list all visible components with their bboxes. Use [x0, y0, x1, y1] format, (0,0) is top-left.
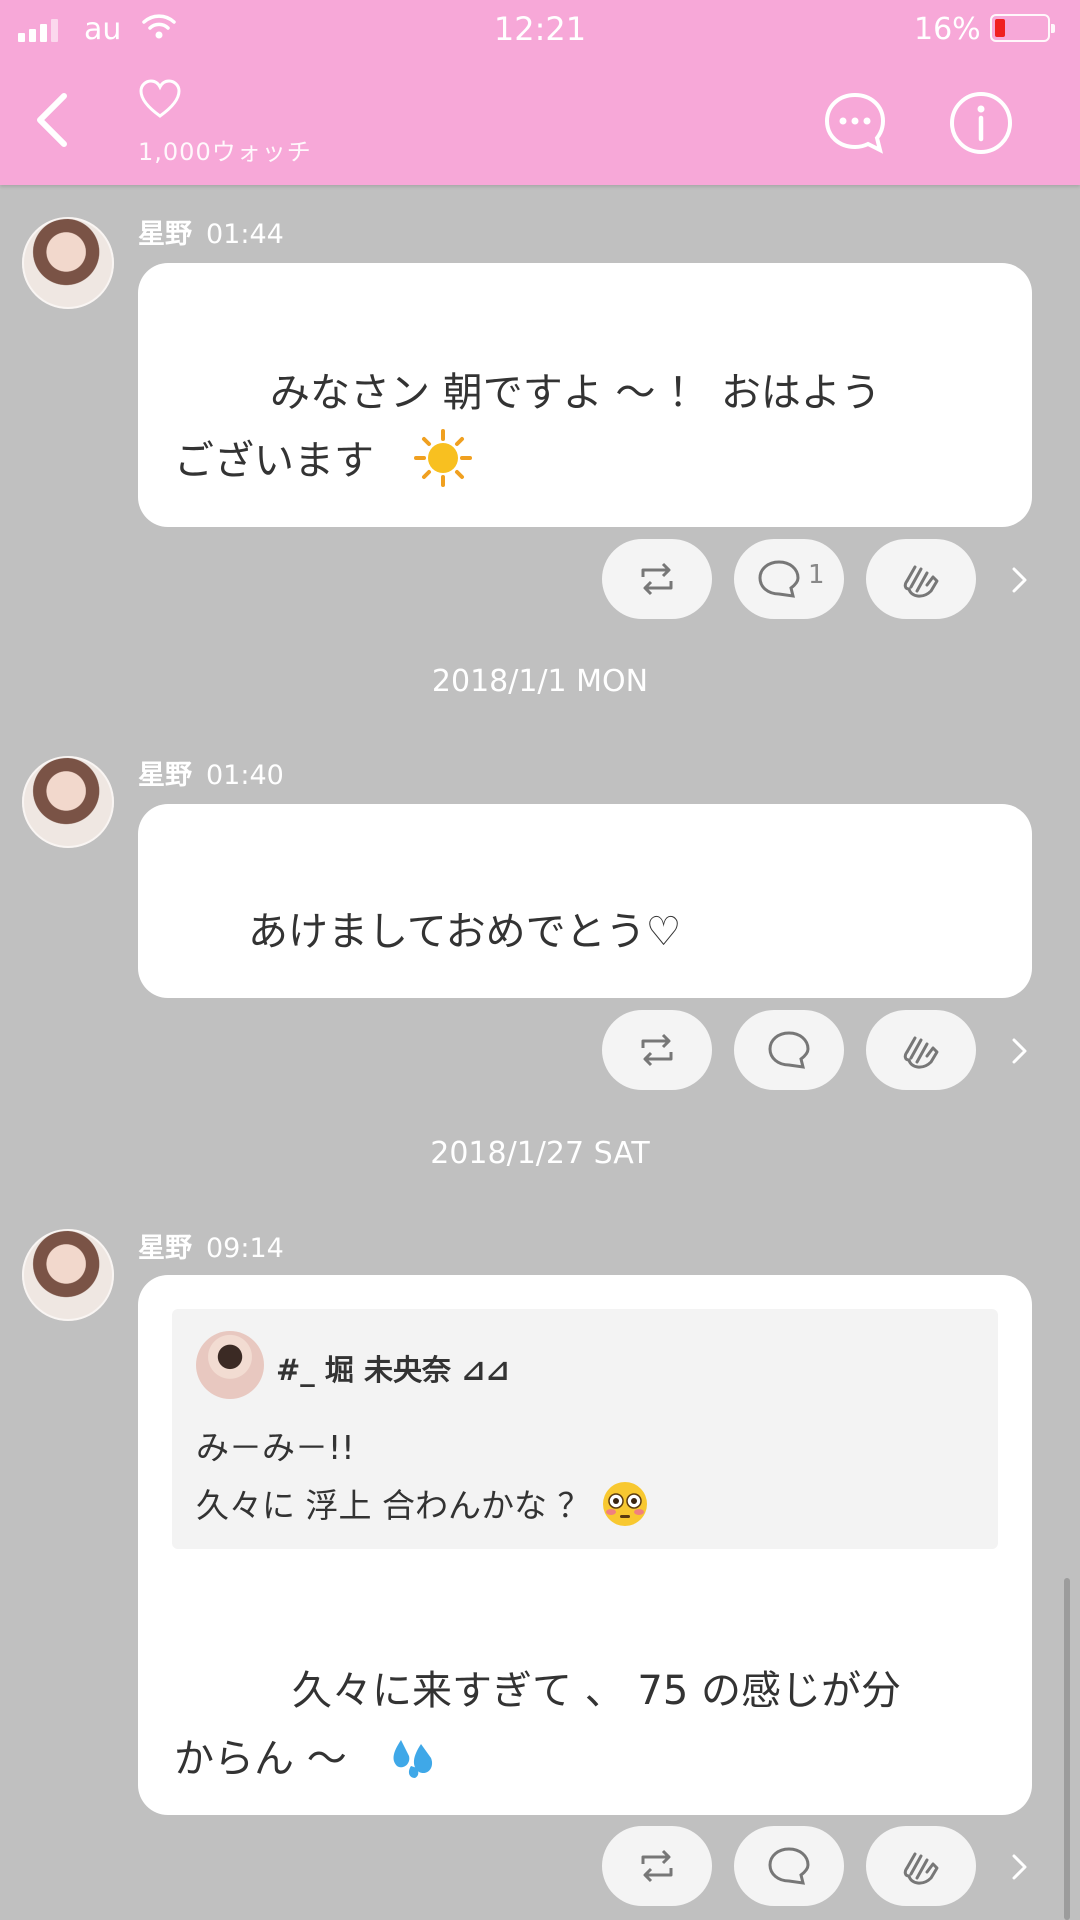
clap-button[interactable]: [866, 1826, 976, 1906]
clap-icon: [903, 1852, 939, 1885]
chevron-right-icon[interactable]: [1008, 1032, 1032, 1070]
info-icon[interactable]: [948, 90, 1014, 156]
heart-icon[interactable]: [138, 78, 182, 122]
action-bar: [0, 1010, 1080, 1094]
reply-count: 1: [808, 560, 825, 590]
post-time: 01:40: [206, 760, 284, 791]
sweat-drops-emoji: [393, 1740, 432, 1778]
quoted-post[interactable]: #_ 堀 未央奈 ⊿⊿ み－み－!! 久々に 浮上 合わんかな ？: [172, 1309, 998, 1549]
message-bubble[interactable]: みなさン 朝ですよ ～ ！ おはよう ございます: [138, 263, 1032, 527]
retweet-button[interactable]: [602, 539, 712, 619]
avatar[interactable]: [22, 217, 114, 309]
quoted-text-line: 久々に 浮上 合わんかな ？: [196, 1479, 649, 1528]
reply-icon: [768, 1031, 810, 1069]
clap-icon: [903, 1036, 939, 1069]
reply-button[interactable]: 1: [734, 539, 844, 619]
app-header: au 12:21 16% 1,000ウォッチ: [0, 0, 1080, 185]
status-bar: au 12:21 16%: [0, 0, 1080, 60]
scrollbar[interactable]: [1064, 1578, 1070, 1920]
clap-button[interactable]: [866, 539, 976, 619]
comment-dots-icon[interactable]: [822, 90, 888, 156]
clap-icon: [903, 565, 939, 598]
post-meta: 星野 01:44: [138, 212, 284, 251]
retweet-icon: [641, 1033, 673, 1067]
battery-icon: [990, 14, 1055, 42]
post-meta: 星野 09:14: [138, 1226, 284, 1265]
retweet-icon: [641, 1849, 673, 1883]
battery-percent: 16%: [914, 12, 981, 47]
author-name: 星野: [138, 1233, 192, 1264]
date-separator: 2018/1/1 MON: [431, 664, 649, 699]
watch-count: 1,000ウォッチ: [138, 138, 312, 166]
message-bubble[interactable]: あけましておめでとう♡: [138, 804, 1032, 998]
reply-icon: [768, 1847, 810, 1885]
quoted-avatar: [196, 1331, 264, 1399]
message-text: 久々に来すぎて 、 75 の感じが分 からん ～: [174, 1668, 902, 1782]
quoted-author: #_ 堀 未央奈 ⊿⊿: [276, 1353, 510, 1387]
action-bar: 1: [0, 539, 1080, 623]
flushed-emoji: [602, 1481, 647, 1526]
action-bar: [0, 1826, 1080, 1910]
retweet-button[interactable]: [602, 1826, 712, 1906]
sun-emoji: [414, 429, 472, 487]
back-chevron-icon[interactable]: [28, 90, 78, 150]
author-name: 星野: [138, 760, 192, 791]
author-name: 星野: [138, 219, 192, 250]
retweet-button[interactable]: [602, 1010, 712, 1090]
chevron-right-icon[interactable]: [1008, 561, 1032, 599]
post-time: 09:14: [206, 1233, 284, 1264]
post-meta: 星野 01:40: [138, 753, 284, 792]
chevron-right-icon[interactable]: [1008, 1848, 1032, 1886]
reply-button[interactable]: [734, 1826, 844, 1906]
reply-button[interactable]: [734, 1010, 844, 1090]
message-bubble[interactable]: #_ 堀 未央奈 ⊿⊿ み－み－!! 久々に 浮上 合わんかな ？ 久々に来すぎ…: [138, 1275, 1032, 1815]
post-time: 01:44: [206, 219, 284, 250]
avatar[interactable]: [22, 1229, 114, 1321]
quoted-text-line: み－み－!!: [196, 1428, 355, 1467]
clap-button[interactable]: [866, 1010, 976, 1090]
message-text: みなさン 朝ですよ ～ ！ おはよう ございます: [174, 359, 996, 495]
post: 星野 01:40 あけましておめでとう♡: [0, 726, 1080, 1090]
retweet-icon: [641, 562, 673, 596]
date-separator: 2018/1/27 SAT: [430, 1136, 650, 1171]
message-text: あけましておめでとう♡: [248, 909, 682, 955]
post: 星野 01:44 みなさン 朝ですよ ～ ！ おはよう ございます 1: [0, 185, 1080, 625]
reply-icon: [758, 560, 800, 598]
avatar[interactable]: [22, 756, 114, 848]
post: 星野 09:14 #_ 堀 未央奈 ⊿⊿ み－み－!! 久々に 浮上 合わんかな …: [0, 1199, 1080, 1920]
